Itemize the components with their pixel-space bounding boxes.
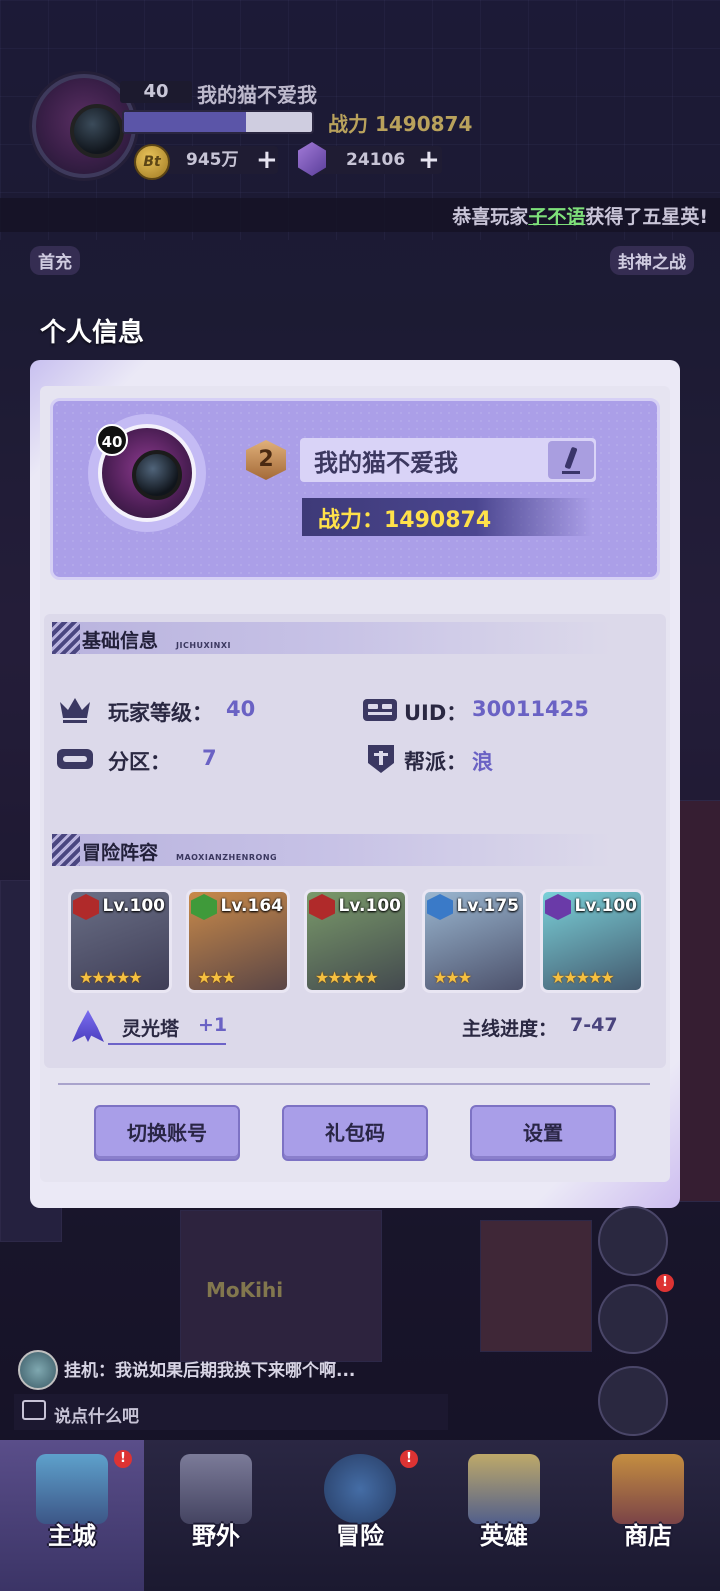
switch-account-button[interactable]: 切换账号 — [94, 1105, 240, 1161]
hero-level: Lv.164 — [220, 896, 283, 916]
chat-placeholder: 说点什么吧 — [54, 1407, 139, 1427]
notification-badge: ! — [656, 1274, 674, 1292]
wild-icon — [180, 1454, 252, 1524]
ranking-icon[interactable] — [598, 1366, 668, 1436]
hero-card[interactable]: Lv.100 ★★★★★ — [540, 889, 644, 993]
heroes-icon — [468, 1454, 540, 1524]
nav-badge: ! — [114, 1450, 132, 1468]
divider — [58, 1083, 650, 1085]
chat-last-message[interactable]: 挂机：我说如果后期我换下来哪个啊... — [64, 1356, 355, 1381]
progress-value: 7-47 — [570, 1014, 618, 1036]
gift-code-button[interactable]: 礼包码 — [282, 1105, 428, 1161]
marquee-text: 恭喜玩家子不语获得了五星英! — [452, 206, 708, 228]
friends-icon[interactable] — [598, 1206, 668, 1276]
hero-stars: ★★★★★ — [551, 968, 615, 987]
hero-level: Lv.100 — [338, 896, 401, 916]
tower-label: 灵光塔 — [122, 1018, 180, 1040]
hero-stars: ★★★★★ — [315, 968, 379, 987]
nav-badge: ! — [400, 1450, 418, 1468]
mail-icon[interactable] — [598, 1284, 668, 1354]
announcement-marquee: 恭喜玩家子不语获得了五星英! — [0, 198, 720, 232]
chat-bubble-icon — [22, 1400, 46, 1420]
stripes-icon — [52, 622, 80, 654]
hero-card[interactable]: Lv.175 ★★★ — [422, 889, 526, 993]
marquee-player-link[interactable]: 子不语 — [528, 206, 585, 228]
lineup-title: 冒险阵容 — [82, 842, 159, 864]
stripes-icon — [52, 834, 80, 866]
profile-name: 我的猫不爱我 — [314, 449, 458, 477]
coin-amount: 945万 — [186, 150, 239, 170]
hud-xp-fill — [124, 112, 247, 132]
hero-class-icon — [427, 894, 453, 920]
first-recharge-label[interactable]: 首充 — [30, 246, 80, 275]
basic-info-title: 基础信息 — [82, 630, 159, 652]
player-level-label: 玩家等级： — [108, 701, 213, 725]
hud-xp-bar — [122, 110, 314, 134]
add-gems-button[interactable]: + — [418, 146, 440, 174]
tower-underline — [108, 1043, 226, 1045]
shop-icon — [612, 1454, 684, 1524]
hero-stars: ★★★★★ — [79, 968, 143, 987]
hero-stars: ★★★ — [433, 968, 472, 987]
profile-power: 战力：1490874 — [318, 508, 492, 533]
profile-level-badge: 40 — [96, 424, 128, 456]
guild-value[interactable]: 浪 — [472, 746, 493, 776]
uid-value[interactable]: 30011425 — [472, 697, 589, 721]
nav-heroes-label: 英雄 — [480, 1522, 528, 1550]
coin-icon: Bt — [134, 144, 170, 180]
hud-power: 战力 1490874 — [328, 112, 473, 136]
uid-label: UID： — [404, 701, 468, 725]
hero-class-icon — [191, 894, 217, 920]
nav-adventure-label: 冒险 — [336, 1522, 384, 1550]
hud-level: 40 — [120, 81, 192, 103]
nav-main-city-label: 主城 — [48, 1522, 96, 1550]
nav-wild-label: 野外 — [192, 1522, 240, 1550]
progress-label: 主线进度： — [462, 1018, 558, 1040]
hero-level: Lv.100 — [102, 896, 165, 916]
main-city-icon — [36, 1454, 108, 1524]
god-battle-label[interactable]: 封神之战 — [610, 246, 694, 275]
hero-class-icon — [73, 894, 99, 920]
hero-card[interactable]: Lv.164 ★★★ — [186, 889, 290, 993]
hero-card[interactable]: Lv.100 ★★★★★ — [68, 889, 172, 993]
server-icon — [57, 749, 93, 769]
edit-name-button[interactable] — [548, 441, 594, 479]
guild-label: 帮派： — [404, 750, 467, 774]
nav-shop-label: 商店 — [624, 1522, 672, 1550]
gem-amount: 24106 — [346, 150, 406, 170]
chat-avatar — [18, 1350, 58, 1390]
guild-shield-icon — [368, 745, 394, 773]
zone-label: 分区： — [108, 750, 171, 774]
id-card-icon — [363, 699, 397, 721]
add-coins-button[interactable]: + — [256, 146, 278, 174]
tower-value: +1 — [198, 1014, 228, 1036]
hero-level: Lv.100 — [574, 896, 637, 916]
hero-stars: ★★★ — [197, 968, 236, 987]
adventure-icon — [324, 1454, 396, 1524]
crown-icon — [60, 698, 90, 723]
panel-title: 个人信息 — [40, 318, 145, 348]
hud-player-name: 我的猫不爱我 — [197, 83, 317, 107]
basic-info-subtitle: JICHUXINXI — [176, 641, 231, 650]
hero-card[interactable]: Lv.100 ★★★★★ — [304, 889, 408, 993]
settings-button[interactable]: 设置 — [470, 1105, 616, 1161]
player-level-value: 40 — [226, 697, 256, 721]
zone-value: 7 — [202, 746, 217, 770]
lineup-subtitle: MAOXIANZHENRONG — [176, 853, 278, 862]
hero-class-icon — [545, 894, 571, 920]
hero-class-icon — [309, 894, 335, 920]
hero-level: Lv.175 — [456, 896, 519, 916]
